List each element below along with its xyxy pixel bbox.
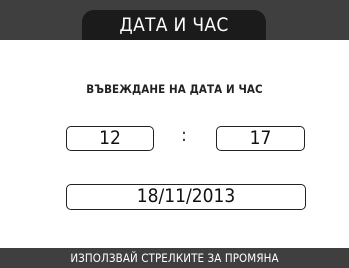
- minute-field[interactable]: 17: [216, 126, 305, 151]
- prompt-label: ВЪВЕЖДАНЕ НА ДАТА И ЧАС: [86, 82, 263, 96]
- date-field[interactable]: 18/11/2013: [66, 184, 306, 210]
- header-bar: ДАТА И ЧАС: [0, 0, 349, 40]
- screen-title: ДАТА И ЧАС: [82, 10, 266, 40]
- hour-field[interactable]: 12: [66, 126, 154, 151]
- footer-hint: ИЗПОЛЗВАЙ СТРЕЛКИТЕ ЗА ПРОМЯНА: [0, 248, 349, 268]
- time-separator: :: [181, 125, 187, 146]
- date-time-screen: ДАТА И ЧАС ВЪВЕЖДАНЕ НА ДАТА И ЧАС 12 : …: [0, 0, 349, 268]
